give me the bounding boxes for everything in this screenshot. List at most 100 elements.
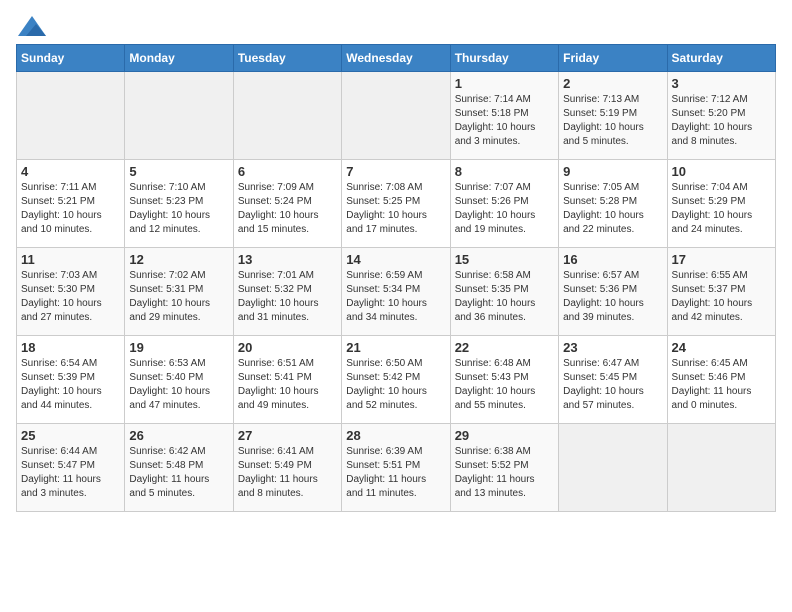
day-header-saturday: Saturday: [667, 45, 775, 72]
logo-icon: [18, 16, 46, 36]
calendar-cell: 15 Sunrise: 6:58 AM Sunset: 5:35 PM Dayli…: [450, 248, 558, 336]
day-number: 29: [455, 428, 554, 443]
day-number: 16: [563, 252, 662, 267]
day-info: Sunrise: 6:50 AM Sunset: 5:42 PM Dayligh…: [346, 357, 445, 413]
day-info: Sunrise: 6:59 AM Sunset: 5:34 PM Dayligh…: [346, 269, 445, 325]
day-info: Sunrise: 6:48 AM Sunset: 5:43 PM Dayligh…: [455, 357, 554, 413]
day-number: 3: [672, 76, 771, 91]
day-info: Sunrise: 6:38 AM Sunset: 5:52 PM Dayligh…: [455, 445, 554, 501]
day-info: Sunrise: 6:55 AM Sunset: 5:37 PM Dayligh…: [672, 269, 771, 325]
day-info: Sunrise: 7:08 AM Sunset: 5:25 PM Dayligh…: [346, 181, 445, 237]
day-number: 25: [21, 428, 120, 443]
day-info: Sunrise: 6:57 AM Sunset: 5:36 PM Dayligh…: [563, 269, 662, 325]
calendar-cell: 3 Sunrise: 7:12 AM Sunset: 5:20 PM Daylig…: [667, 72, 775, 160]
calendar-cell: 19 Sunrise: 6:53 AM Sunset: 5:40 PM Dayli…: [125, 336, 233, 424]
day-number: 15: [455, 252, 554, 267]
calendar-cell: [125, 72, 233, 160]
day-info: Sunrise: 6:42 AM Sunset: 5:48 PM Dayligh…: [129, 445, 228, 501]
day-number: 6: [238, 164, 337, 179]
calendar-cell: 18 Sunrise: 6:54 AM Sunset: 5:39 PM Dayli…: [17, 336, 125, 424]
day-info: Sunrise: 7:14 AM Sunset: 5:18 PM Dayligh…: [455, 93, 554, 149]
day-number: 13: [238, 252, 337, 267]
day-number: 5: [129, 164, 228, 179]
calendar-cell: 28 Sunrise: 6:39 AM Sunset: 5:51 PM Dayli…: [342, 424, 450, 512]
day-number: 4: [21, 164, 120, 179]
day-number: 27: [238, 428, 337, 443]
day-number: 28: [346, 428, 445, 443]
calendar-cell: 11 Sunrise: 7:03 AM Sunset: 5:30 PM Dayli…: [17, 248, 125, 336]
day-header-monday: Monday: [125, 45, 233, 72]
page-header: [16, 16, 776, 36]
calendar-cell: 23 Sunrise: 6:47 AM Sunset: 5:45 PM Dayli…: [559, 336, 667, 424]
calendar-cell: [559, 424, 667, 512]
day-number: 21: [346, 340, 445, 355]
day-info: Sunrise: 7:07 AM Sunset: 5:26 PM Dayligh…: [455, 181, 554, 237]
day-number: 24: [672, 340, 771, 355]
calendar-cell: [233, 72, 341, 160]
calendar-cell: 12 Sunrise: 7:02 AM Sunset: 5:31 PM Dayli…: [125, 248, 233, 336]
calendar-cell: 5 Sunrise: 7:10 AM Sunset: 5:23 PM Daylig…: [125, 160, 233, 248]
day-info: Sunrise: 7:02 AM Sunset: 5:31 PM Dayligh…: [129, 269, 228, 325]
day-number: 14: [346, 252, 445, 267]
calendar-cell: 4 Sunrise: 7:11 AM Sunset: 5:21 PM Daylig…: [17, 160, 125, 248]
calendar-cell: [342, 72, 450, 160]
calendar-cell: [17, 72, 125, 160]
calendar-cell: 1 Sunrise: 7:14 AM Sunset: 5:18 PM Daylig…: [450, 72, 558, 160]
calendar-cell: 24 Sunrise: 6:45 AM Sunset: 5:46 PM Dayli…: [667, 336, 775, 424]
calendar-cell: 8 Sunrise: 7:07 AM Sunset: 5:26 PM Daylig…: [450, 160, 558, 248]
day-info: Sunrise: 6:54 AM Sunset: 5:39 PM Dayligh…: [21, 357, 120, 413]
calendar-cell: 10 Sunrise: 7:04 AM Sunset: 5:29 PM Dayli…: [667, 160, 775, 248]
day-info: Sunrise: 6:58 AM Sunset: 5:35 PM Dayligh…: [455, 269, 554, 325]
day-number: 1: [455, 76, 554, 91]
calendar-cell: [667, 424, 775, 512]
day-number: 18: [21, 340, 120, 355]
calendar-cell: 6 Sunrise: 7:09 AM Sunset: 5:24 PM Daylig…: [233, 160, 341, 248]
day-info: Sunrise: 7:10 AM Sunset: 5:23 PM Dayligh…: [129, 181, 228, 237]
day-number: 11: [21, 252, 120, 267]
day-header-tuesday: Tuesday: [233, 45, 341, 72]
calendar-cell: 9Sunrise: 7:05 AM Sunset: 5:28 PM Daylig…: [559, 160, 667, 248]
calendar-cell: 14 Sunrise: 6:59 AM Sunset: 5:34 PM Dayli…: [342, 248, 450, 336]
day-info: Sunrise: 6:51 AM Sunset: 5:41 PM Dayligh…: [238, 357, 337, 413]
calendar-cell: 26 Sunrise: 6:42 AM Sunset: 5:48 PM Dayli…: [125, 424, 233, 512]
day-number: 10: [672, 164, 771, 179]
day-number: 12: [129, 252, 228, 267]
day-number: 23: [563, 340, 662, 355]
day-info: Sunrise: 7:12 AM Sunset: 5:20 PM Dayligh…: [672, 93, 771, 149]
day-number: 7: [346, 164, 445, 179]
day-number: 17: [672, 252, 771, 267]
day-number: 20: [238, 340, 337, 355]
calendar-table: SundayMondayTuesdayWednesdayThursdayFrid…: [16, 44, 776, 512]
day-info: Sunrise: 7:03 AM Sunset: 5:30 PM Dayligh…: [21, 269, 120, 325]
day-info: Sunrise: 6:41 AM Sunset: 5:49 PM Dayligh…: [238, 445, 337, 501]
day-number: 22: [455, 340, 554, 355]
day-header-friday: Friday: [559, 45, 667, 72]
day-info: Sunrise: 6:53 AM Sunset: 5:40 PM Dayligh…: [129, 357, 228, 413]
calendar-cell: 29 Sunrise: 6:38 AM Sunset: 5:52 PM Dayli…: [450, 424, 558, 512]
day-info: Sunrise: 7:09 AM Sunset: 5:24 PM Dayligh…: [238, 181, 337, 237]
calendar-cell: 7 Sunrise: 7:08 AM Sunset: 5:25 PM Daylig…: [342, 160, 450, 248]
calendar-cell: 22 Sunrise: 6:48 AM Sunset: 5:43 PM Dayli…: [450, 336, 558, 424]
day-info: Sunrise: 7:11 AM Sunset: 5:21 PM Dayligh…: [21, 181, 120, 237]
day-header-wednesday: Wednesday: [342, 45, 450, 72]
logo: [16, 16, 46, 36]
day-number: 8: [455, 164, 554, 179]
calendar-cell: 16 Sunrise: 6:57 AM Sunset: 5:36 PM Dayli…: [559, 248, 667, 336]
day-info: Sunrise: 7:13 AM Sunset: 5:19 PM Dayligh…: [563, 93, 662, 149]
day-header-sunday: Sunday: [17, 45, 125, 72]
day-number: 19: [129, 340, 228, 355]
day-number: 2: [563, 76, 662, 91]
day-info: Sunrise: 6:47 AM Sunset: 5:45 PM Dayligh…: [563, 357, 662, 413]
calendar-cell: 25 Sunrise: 6:44 AM Sunset: 5:47 PM Dayli…: [17, 424, 125, 512]
day-info: Sunrise: 6:39 AM Sunset: 5:51 PM Dayligh…: [346, 445, 445, 501]
day-info: Sunrise: 6:44 AM Sunset: 5:47 PM Dayligh…: [21, 445, 120, 501]
day-info: Sunrise: 6:45 AM Sunset: 5:46 PM Dayligh…: [672, 357, 771, 413]
day-info: Sunrise: 7:04 AM Sunset: 5:29 PM Dayligh…: [672, 181, 771, 237]
day-info: Sunrise: 7:05 AM Sunset: 5:28 PM Dayligh…: [563, 181, 662, 237]
day-header-thursday: Thursday: [450, 45, 558, 72]
calendar-cell: 17 Sunrise: 6:55 AM Sunset: 5:37 PM Dayli…: [667, 248, 775, 336]
calendar-cell: 21 Sunrise: 6:50 AM Sunset: 5:42 PM Dayli…: [342, 336, 450, 424]
calendar-cell: 20 Sunrise: 6:51 AM Sunset: 5:41 PM Dayli…: [233, 336, 341, 424]
calendar-cell: 27 Sunrise: 6:41 AM Sunset: 5:49 PM Dayli…: [233, 424, 341, 512]
day-number: 26: [129, 428, 228, 443]
